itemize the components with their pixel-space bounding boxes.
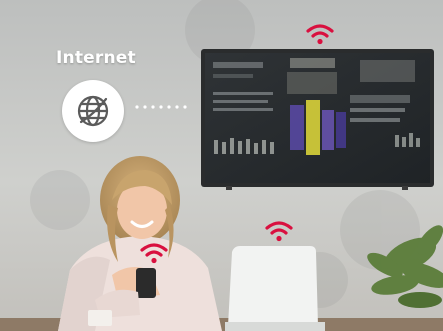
connection-dots	[135, 105, 187, 109]
television	[201, 49, 434, 190]
globe-icon	[77, 95, 109, 127]
smart-home-photo: Internet	[0, 0, 443, 331]
wifi-icon	[140, 243, 168, 264]
wifi-icon	[306, 24, 334, 45]
wifi-icon	[265, 221, 293, 242]
internet-label: Internet	[56, 48, 136, 68]
laptop	[225, 246, 325, 331]
globe-badge	[62, 80, 124, 142]
